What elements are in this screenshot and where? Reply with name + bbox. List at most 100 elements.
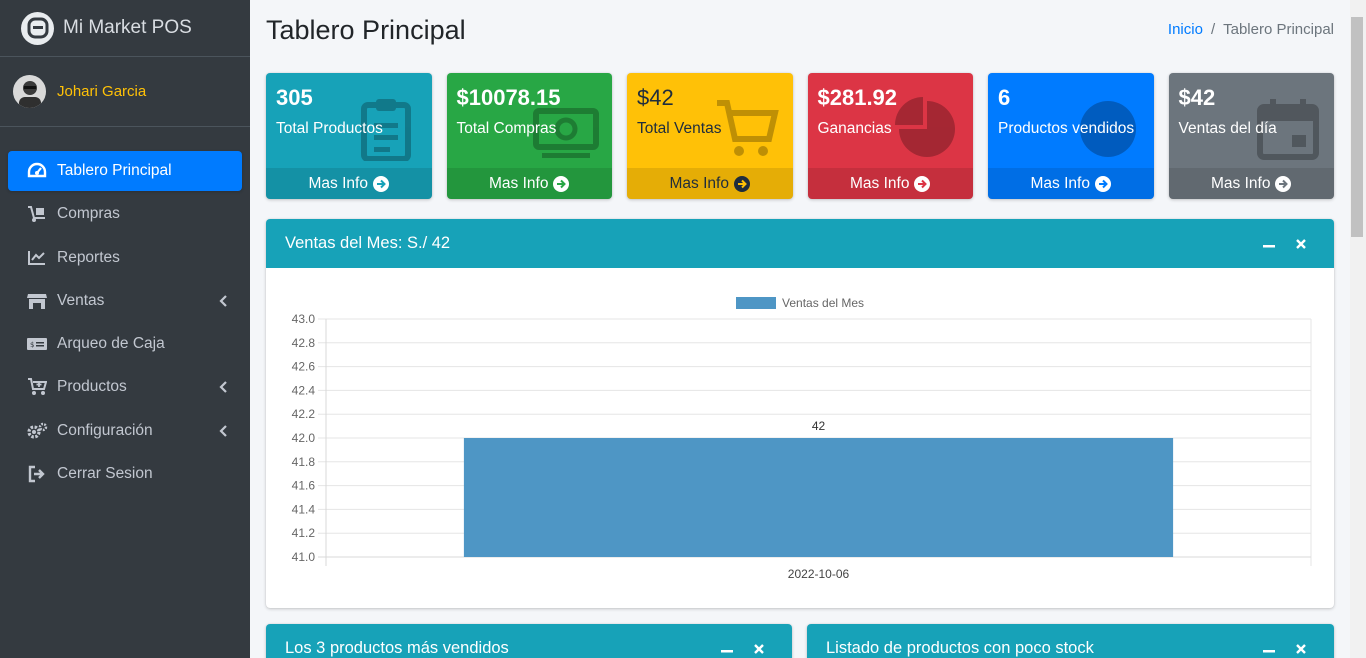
breadcrumb: Inicio / Tablero Principal <box>1168 21 1334 38</box>
small-box-ganancias: $281.92 Ganancias Mas Info <box>807 73 973 199</box>
bar <box>463 438 1174 557</box>
sidebar: Mi Market POS Johari Garcia Tablero Prin… <box>0 0 250 658</box>
svg-text:$: $ <box>30 341 34 349</box>
sidebar-item-label: Tablero Principal <box>57 162 172 179</box>
data-label: 42 <box>812 419 826 433</box>
store-icon <box>26 291 48 311</box>
close-icon <box>1296 643 1306 654</box>
minus-icon <box>1263 649 1275 652</box>
minus-icon <box>1263 244 1275 247</box>
scrollbar-thumb[interactable] <box>1351 17 1363 237</box>
more-info-link[interactable]: Mas Info <box>266 168 432 199</box>
card-title: Listado de productos con poco stock <box>826 639 1094 657</box>
arrow-circle-right-icon <box>1275 175 1292 192</box>
collapse-button[interactable] <box>713 635 741 658</box>
remove-button[interactable] <box>1287 230 1315 258</box>
more-info-label: Mas Info <box>669 174 729 192</box>
y-tick-label: 41.4 <box>292 502 316 516</box>
chevron-left-icon <box>218 295 228 307</box>
more-info-label: Mas Info <box>308 174 368 192</box>
small-box-total-productos: 305 Total Productos Mas Info <box>266 73 432 199</box>
more-info-link[interactable]: Mas Info <box>627 168 793 199</box>
chevron-left-icon <box>218 425 228 437</box>
minus-icon <box>721 649 733 652</box>
y-tick-label: 42.8 <box>292 336 316 350</box>
brand-logo-icon <box>21 11 54 45</box>
cogs-icon <box>26 421 48 441</box>
box-value: $10078.15 <box>456 85 561 110</box>
card-header: Ventas del Mes: S./ 42 <box>266 219 1334 268</box>
sidebar-item-arqueo-de-caja[interactable]: $ Arqueo de Caja <box>8 324 242 364</box>
y-tick-label: 41.2 <box>292 526 316 540</box>
more-info-label: Mas Info <box>489 174 549 192</box>
box-label: Total Ventas <box>637 120 722 138</box>
sidebar-item-tablero-principal[interactable]: Tablero Principal <box>8 151 242 191</box>
close-icon <box>1296 238 1306 249</box>
user-panel[interactable]: Johari Garcia <box>0 57 250 127</box>
brand-title: Mi Market POS <box>63 17 192 38</box>
breadcrumb-current: Tablero Principal <box>1223 21 1334 38</box>
sidebar-item-productos[interactable]: Productos <box>8 367 242 407</box>
collapse-button[interactable] <box>1255 230 1283 258</box>
sidebar-item-ventas[interactable]: Ventas <box>8 281 242 321</box>
y-tick-label: 41.8 <box>292 455 316 469</box>
box-label: Productos vendidos <box>998 120 1135 138</box>
low-stock-card: Listado de productos con poco stock <box>807 624 1334 658</box>
more-info-label: Mas Info <box>1211 174 1271 192</box>
y-tick-label: 41.6 <box>292 479 316 493</box>
box-value: 305 <box>276 85 313 110</box>
y-tick-label: 42.6 <box>292 360 316 374</box>
more-info-label: Mas Info <box>850 174 910 192</box>
legend-label: Ventas del Mes <box>782 296 864 310</box>
chart-line-icon <box>26 248 48 268</box>
scrollbar[interactable] <box>1350 0 1366 658</box>
x-tick-label: 2022-10-06 <box>788 567 850 581</box>
more-info-link[interactable]: Mas Info <box>1168 168 1334 199</box>
box-value: $42 <box>637 85 674 110</box>
sidebar-item-label: Compras <box>57 205 120 223</box>
tachometer-icon <box>26 161 48 181</box>
page-title: Tablero Principal <box>266 15 466 45</box>
sidebar-item-cerrar-sesion[interactable]: Cerrar Sesion <box>8 454 242 494</box>
arrow-circle-right-icon <box>914 175 931 192</box>
more-info-link[interactable]: Mas Info <box>807 168 973 199</box>
arrow-circle-right-icon <box>553 175 570 192</box>
collapse-button[interactable] <box>1255 635 1283 658</box>
sidebar-item-label: Configuración <box>57 421 153 439</box>
sidebar-item-configuracion[interactable]: Configuración <box>8 411 242 451</box>
more-info-label: Mas Info <box>1030 174 1090 192</box>
y-tick-label: 42.2 <box>292 407 316 421</box>
arrow-circle-right-icon <box>372 175 389 192</box>
small-box-total-compras: $10078.15 Total Compras Mas Info <box>446 73 612 199</box>
sidebar-nav: Tablero Principal Compras Reportes Venta… <box>0 127 250 494</box>
y-tick-label: 42.4 <box>292 383 316 397</box>
main-content: Tablero Principal Inicio / Tablero Princ… <box>250 0 1366 658</box>
breadcrumb-home-link[interactable]: Inicio <box>1168 21 1203 38</box>
remove-button[interactable] <box>1287 635 1315 658</box>
close-icon <box>754 643 764 654</box>
sales-month-card: Ventas del Mes: S./ 42 43.0 42.8 42.6 42.4 4… <box>266 219 1334 608</box>
small-box-ventas-del-dia: $42 Ventas del día Mas Info <box>1168 73 1334 199</box>
cart-plus-icon <box>26 377 48 397</box>
sidebar-item-label: Ventas <box>57 291 105 309</box>
y-tick-label: 42.0 <box>292 431 316 445</box>
sidebar-item-reportes[interactable]: Reportes <box>8 238 242 278</box>
card-header: Listado de productos con poco stock <box>807 624 1334 658</box>
brand-link[interactable]: Mi Market POS <box>0 0 250 57</box>
sidebar-item-label: Arqueo de Caja <box>57 335 165 353</box>
chevron-left-icon <box>218 381 228 394</box>
legend-swatch <box>736 297 776 309</box>
more-info-link[interactable]: Mas Info <box>446 168 612 199</box>
sales-chart: 43.0 42.8 42.6 42.4 42.2 42.0 41.8 41.6 41.4 41.2… <box>266 268 1334 606</box>
arrow-circle-right-icon <box>733 175 750 192</box>
top-products-card: Los 3 productos más vendidos <box>266 624 792 658</box>
y-tick-label: 43.0 <box>292 312 316 326</box>
sidebar-item-compras[interactable]: Compras <box>8 194 242 234</box>
more-info-link[interactable]: Mas Info <box>988 168 1154 199</box>
card-title: Los 3 productos más vendidos <box>285 639 509 657</box>
box-value: $281.92 <box>817 85 898 110</box>
remove-button[interactable] <box>745 635 773 658</box>
breadcrumb-separator: / <box>1210 21 1216 38</box>
box-label: Ventas del día <box>1178 120 1277 138</box>
small-box-productos-vendidos: 6 Productos vendidos Mas Info <box>988 73 1154 199</box>
